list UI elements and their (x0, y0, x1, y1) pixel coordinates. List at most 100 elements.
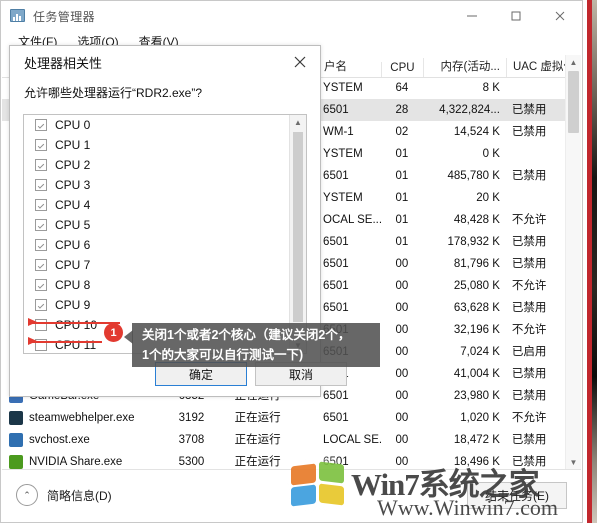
table-scrollbar[interactable]: ▲ ▼ (565, 55, 581, 470)
cpu-label: CPU 11 (55, 338, 97, 352)
cell-cpu: 28 (395, 104, 409, 116)
cell-cpu: 00 (395, 258, 409, 270)
checkbox-icon[interactable] (35, 339, 47, 351)
cpu-list-item[interactable]: CPU 10 (24, 315, 306, 335)
cell-cpu: 00 (395, 434, 409, 446)
cpu-scroll-down-icon[interactable]: ▼ (290, 338, 306, 353)
cell-username: 6501 (323, 170, 349, 182)
chevron-up-icon: ⌃ (16, 484, 38, 506)
checkbox-icon[interactable] (35, 299, 47, 311)
ok-button[interactable]: 确定 (155, 362, 247, 386)
cpu-list-item[interactable]: CPU 0 (24, 115, 306, 135)
cell-process-name: steamwebhelper.exe (2, 407, 173, 429)
cpu-scroll-up-icon[interactable]: ▲ (290, 115, 306, 130)
cell-cpu: 01 (395, 148, 409, 160)
cell-memory: 4,322,824... (439, 104, 500, 116)
cpu-list-item[interactable]: CPU 6 (24, 235, 306, 255)
checkbox-icon[interactable] (35, 199, 47, 211)
checkbox-icon[interactable] (35, 219, 47, 231)
cell-memory: 41,004 K (453, 368, 500, 380)
cpu-label: CPU 7 (55, 258, 91, 272)
cancel-button[interactable]: 取消 (255, 362, 347, 386)
cell-memory: 1,020 K (460, 412, 500, 424)
cell-cpu: 01 (395, 214, 409, 226)
cell-memory: 81,796 K (453, 258, 500, 270)
cell-username: 6501 (323, 302, 349, 314)
cpu-list-item[interactable]: CPU 5 (24, 215, 306, 235)
minimize-icon[interactable] (450, 1, 494, 31)
cell-pid: 3708 (178, 434, 205, 446)
task-manager-icon (10, 8, 26, 24)
cell-pid: 3192 (178, 412, 205, 424)
cell-memory: 23,980 K (453, 390, 500, 402)
scrollbar-thumb[interactable] (568, 71, 579, 133)
checkbox-icon[interactable] (35, 239, 47, 251)
cell-cpu: 64 (395, 82, 409, 94)
table-row[interactable]: NVIDIA Share.exe 5300 正在运行 6501 00 18,496 K 已禁… (2, 451, 581, 470)
cell-username: 6501 (323, 104, 349, 116)
cpu-list-item[interactable]: CPU 7 (24, 255, 306, 275)
checkbox-icon[interactable] (35, 119, 47, 131)
column-header-username[interactable]: 户名 (316, 58, 381, 77)
cell-username: YSTEM (323, 82, 363, 94)
column-header-cpu[interactable]: CPU (380, 62, 424, 77)
cpu-checkbox-list[interactable]: CPU 0 CPU 1 CPU 2 CPU 3 CPU 4 CPU 5 CPU 6 CPU 7… (23, 114, 307, 354)
cell-username: 6501 (323, 280, 349, 292)
end-task-button[interactable]: 结束任务(E) (467, 482, 567, 509)
processor-affinity-dialog: 处理器相关性 允许哪些处理器运行“RDR2.exe”? CPU 0 CPU 1 CP… (9, 45, 347, 397)
cpu-label: CPU 6 (55, 238, 91, 252)
cell-cpu: 00 (395, 456, 409, 468)
dialog-prompt: 允许哪些处理器运行“RDR2.exe”? (24, 86, 203, 100)
cell-process-name: svchost.exe (2, 429, 173, 451)
cell-username: 6501 (323, 236, 349, 248)
cell-memory: 18,496 K (453, 456, 500, 468)
checkbox-icon[interactable] (35, 279, 47, 291)
cpu-label: CPU 4 (55, 198, 91, 212)
cpu-list-item[interactable]: CPU 1 (24, 135, 306, 155)
cell-memory: 63,628 K (453, 302, 500, 314)
cell-cpu: 00 (395, 346, 409, 358)
scroll-up-icon[interactable]: ▲ (566, 55, 581, 70)
cell-cpu: 01 (395, 192, 409, 204)
cell-memory: 8 K (482, 82, 500, 94)
cell-status: 正在运行 (234, 456, 281, 468)
column-header-memory[interactable]: 内存(活动... (423, 58, 506, 77)
table-row[interactable]: steamwebhelper.exe 3192 正在运行 6501 00 1,020 K不… (2, 407, 581, 429)
cpu-list-item[interactable]: CPU 8 (24, 275, 306, 295)
cell-memory: 25,080 K (453, 280, 500, 292)
checkbox-icon[interactable] (35, 319, 47, 331)
cpu-list-item[interactable]: CPU 11 (24, 335, 306, 353)
cpu-list-item[interactable]: CPU 2 (24, 155, 306, 175)
dialog-title-bar: 处理器相关性 (10, 46, 320, 78)
cpu-list-item[interactable]: CPU 9 (24, 295, 306, 315)
cell-cpu: 00 (395, 324, 409, 336)
checkbox-icon[interactable] (35, 159, 47, 171)
cell-cpu: 01 (395, 170, 409, 182)
process-name-label: svchost.exe (29, 434, 90, 446)
cpu-list-item[interactable]: CPU 4 (24, 195, 306, 215)
cell-username: 6501 (323, 456, 349, 468)
table-row[interactable]: svchost.exe 3708 正在运行 LOCAL SE... 00 18,472 K… (2, 429, 581, 451)
cpu-label: CPU 1 (55, 138, 91, 152)
cell-username: 6501 (323, 324, 349, 336)
cell-username: 6501 (323, 412, 349, 424)
cell-username: OCAL SE... (323, 214, 381, 226)
cpu-label: CPU 9 (55, 298, 91, 312)
checkbox-icon[interactable] (35, 139, 47, 151)
cpu-scrollbar-thumb[interactable] (293, 132, 303, 322)
cell-username: YSTEM (323, 148, 363, 160)
cell-cpu: 01 (395, 236, 409, 248)
cpu-list-item[interactable]: CPU 3 (24, 175, 306, 195)
cpu-list-scrollbar[interactable]: ▲ ▼ (289, 115, 306, 353)
less-details-button[interactable]: ⌃ 简略信息(D) (16, 484, 112, 506)
checkbox-icon[interactable] (35, 259, 47, 271)
close-icon[interactable] (538, 1, 582, 31)
window-title: 任务管理器 (33, 9, 96, 24)
cell-process-name: NVIDIA Share.exe (2, 451, 173, 470)
status-bar: ⌃ 简略信息(D) 结束任务(E) (2, 469, 581, 521)
scroll-down-icon[interactable]: ▼ (566, 455, 581, 470)
checkbox-icon[interactable] (35, 179, 47, 191)
dialog-close-icon[interactable] (280, 46, 320, 78)
cell-username: LOCAL SE... (323, 434, 381, 446)
maximize-icon[interactable] (494, 1, 538, 31)
